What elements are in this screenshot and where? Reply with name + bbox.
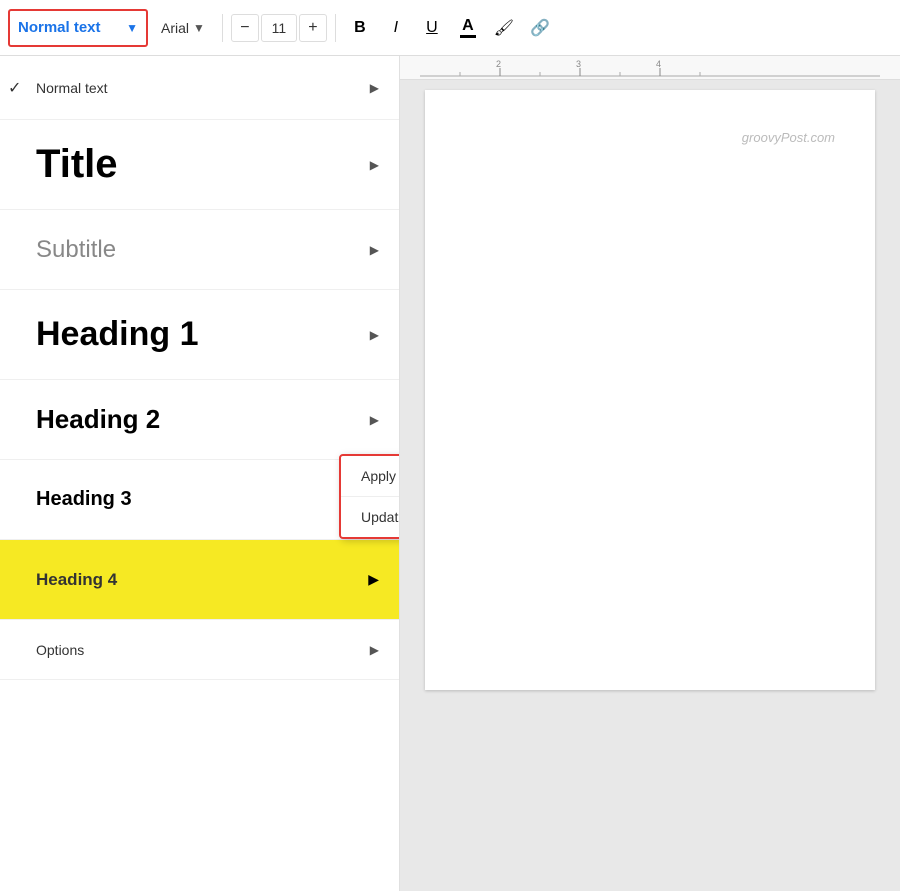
heading2-arrow-icon: ▶ — [370, 413, 379, 427]
text-style-arrow-icon: ▼ — [126, 21, 138, 35]
font-arrow-icon: ▼ — [193, 21, 205, 35]
heading4-sub-dropdown: Apply 'Heading 4' ⌘+Option+4 Update 'Hea… — [339, 454, 400, 539]
svg-text:4: 4 — [656, 59, 661, 69]
link-icon: 🔗 — [530, 18, 550, 38]
text-color-icon: A — [460, 18, 476, 38]
font-size-decrease-button[interactable]: − — [231, 14, 259, 42]
toolbar: Normal text ▼ Arial ▼ − + B I U A — [0, 0, 900, 56]
apply-heading4-label: Apply 'Heading 4' — [361, 468, 400, 484]
text-style-label: Normal text — [18, 19, 101, 36]
heading1-label: Heading 1 — [20, 315, 370, 354]
update-heading4-label: Update 'Heading 4' to match — [361, 509, 400, 525]
heading4-arrow-icon: ▶ — [368, 571, 379, 588]
bold-button[interactable]: B — [344, 12, 376, 44]
update-heading4-item[interactable]: Update 'Heading 4' to match — [341, 497, 400, 537]
menu-item-heading4[interactable]: Heading 4 ▶ Apply 'Heading 4' ⌘+Option+4… — [0, 540, 399, 620]
menu-item-subtitle[interactable]: Subtitle ▶ — [0, 210, 399, 290]
checkmark-icon: ✓ — [8, 78, 21, 98]
paint-icon: 🖌 — [494, 18, 514, 38]
svg-text:3: 3 — [576, 59, 581, 69]
main-area: ✓ Normal text ▶ Title ▶ Subtitle ▶ Headi… — [0, 56, 900, 891]
normal-text-label: Normal text — [20, 80, 370, 96]
subtitle-arrow-icon: ▶ — [370, 243, 379, 257]
svg-text:2: 2 — [496, 59, 501, 69]
text-color-button[interactable]: A — [452, 12, 484, 44]
font-dropdown[interactable]: Arial ▼ — [152, 9, 214, 47]
normal-text-arrow-icon: ▶ — [370, 81, 379, 95]
options-arrow-icon: ▶ — [370, 643, 379, 657]
style-dropdown-menu: ✓ Normal text ▶ Title ▶ Subtitle ▶ Headi… — [0, 56, 400, 891]
menu-item-normal-text[interactable]: ✓ Normal text ▶ — [0, 56, 399, 120]
font-size-controls: − + — [231, 14, 327, 42]
apply-heading4-item[interactable]: Apply 'Heading 4' ⌘+Option+4 — [341, 456, 400, 497]
link-button[interactable]: 🔗 — [524, 12, 556, 44]
bold-icon: B — [354, 19, 366, 37]
document-page: groovyPost.com — [425, 90, 875, 690]
watermark: groovyPost.com — [742, 130, 835, 145]
font-label: Arial — [161, 20, 189, 36]
font-size-input[interactable] — [261, 14, 297, 42]
heading2-label: Heading 2 — [20, 404, 370, 435]
menu-item-heading2[interactable]: Heading 2 ▶ — [0, 380, 399, 460]
title-arrow-icon: ▶ — [370, 158, 379, 172]
menu-item-options[interactable]: Options ▶ — [0, 620, 399, 680]
text-style-dropdown[interactable]: Normal text ▼ — [8, 9, 148, 47]
heading4-label: Heading 4 — [20, 570, 368, 590]
options-label: Options — [20, 642, 370, 658]
app-container: Normal text ▼ Arial ▼ − + B I U A — [0, 0, 900, 891]
ruler: 2 3 4 — [400, 56, 900, 80]
menu-item-title[interactable]: Title ▶ — [0, 120, 399, 210]
heading1-arrow-icon: ▶ — [370, 328, 379, 342]
underline-button[interactable]: U — [416, 12, 448, 44]
document-area: 2 3 4 groovyPost.com — [400, 56, 900, 891]
paint-format-button[interactable]: 🖌 — [488, 12, 520, 44]
italic-icon: I — [394, 19, 398, 37]
font-size-increase-button[interactable]: + — [299, 14, 327, 42]
ruler-svg: 2 3 4 — [420, 58, 880, 78]
menu-item-heading1[interactable]: Heading 1 ▶ — [0, 290, 399, 380]
heading3-label: Heading 3 — [20, 488, 370, 511]
separator-1 — [222, 14, 223, 42]
italic-button[interactable]: I — [380, 12, 412, 44]
title-label: Title — [20, 142, 370, 187]
subtitle-label: Subtitle — [20, 236, 370, 264]
underline-icon: U — [426, 19, 438, 37]
separator-2 — [335, 14, 336, 42]
